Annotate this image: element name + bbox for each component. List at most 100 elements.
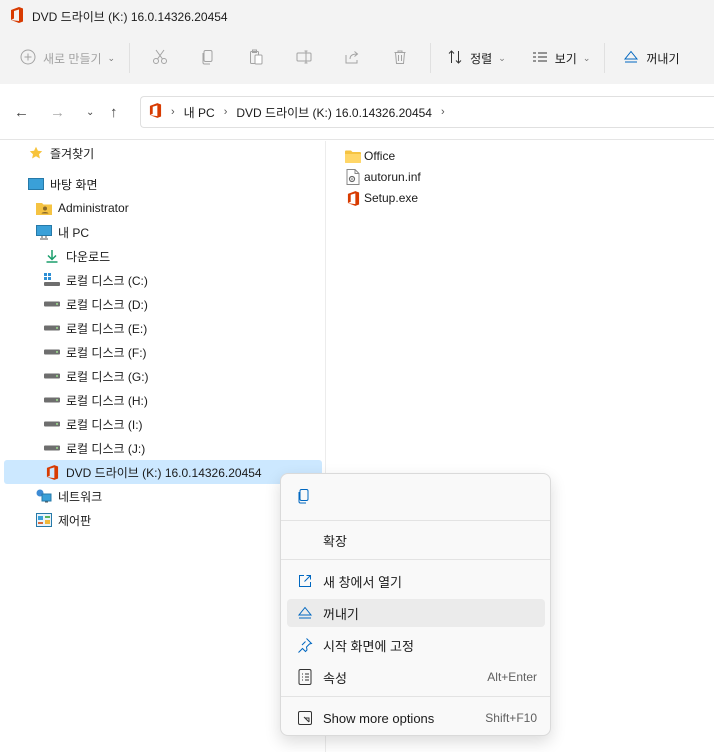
download-arrow-icon [44,248,60,264]
nav-item-label: 내 PC [58,225,90,240]
file-item-office[interactable]: Office [345,146,395,166]
nav-item-label: 로컬 디스크 (J:) [66,441,146,456]
clipboard-icon [248,49,264,68]
chevron-down-icon: ⌄ [107,52,116,63]
office-icon [44,464,60,480]
nav-item-network[interactable]: 네트워크 [36,485,102,507]
breadcrumb-dvd-drive[interactable]: DVD 드라이브 (K:) 16.0.14326.20454 [236,104,432,121]
breadcrumb-chevron-icon[interactable]: › [441,106,445,118]
view-button[interactable]: 보기 ⌄ [532,42,590,74]
window-title: DVD 드라이브 (K:) 16.0.14326.20454 [32,9,228,24]
rename-button[interactable] [280,42,328,74]
toolbar-separator [129,43,131,73]
nav-item-downloads[interactable]: 다운로드 [44,245,110,267]
rename-icon [296,49,312,68]
command-bar: 새로 만들기 ⌄ 정렬 ⌄ 보기 ⌄ 꺼내기 [0,32,714,84]
sort-button[interactable]: 정렬 ⌄ [447,42,506,74]
nav-item-desktop[interactable]: 바탕 화면 [28,173,98,195]
menu-item-pin-start[interactable]: 시작 화면에 고정 [287,631,545,659]
menu-item-label: 확장 [323,533,347,549]
eject-icon [295,605,315,621]
properties-icon [295,669,315,685]
share-button[interactable] [328,42,376,74]
copy-icon [200,49,216,68]
drive-icon [44,368,60,384]
file-name: autorun.inf [364,170,421,184]
menu-item-open-new-window[interactable]: 새 창에서 열기 [287,567,545,595]
nav-item-label: 다운로드 [66,249,111,264]
nav-item-control-panel[interactable]: 제어판 [36,509,91,531]
nav-item-dvd-drive[interactable]: DVD 드라이브 (K:) 16.0.14326.20454 [44,461,262,483]
desktop-icon [28,176,44,192]
view-list-icon [532,49,548,68]
nav-item-disk-c[interactable]: 로컬 디스크 (C:) [44,269,148,291]
view-button-label: 보기 [554,51,577,66]
menu-item-label: 새 창에서 열기 [323,574,402,590]
menu-item-properties[interactable]: 속성 Alt+Enter [287,663,545,691]
nav-item-disk-e[interactable]: 로컬 디스크 (E:) [44,317,147,339]
nav-item-administrator[interactable]: Administrator [36,197,129,219]
nav-item-disk-h[interactable]: 로컬 디스크 (H:) [44,389,148,411]
file-item-autorun[interactable]: autorun.inf [345,167,421,187]
user-folder-icon [36,200,52,216]
nav-item-disk-f[interactable]: 로컬 디스크 (F:) [44,341,147,363]
sort-button-label: 정렬 [470,51,493,66]
back-arrow-icon[interactable]: ← [14,104,29,121]
file-item-setup[interactable]: Setup.exe [345,188,418,208]
plus-circle-icon [20,49,36,68]
menu-item-show-more[interactable]: Show more options Shift+F10 [287,704,545,732]
copy-icon[interactable] [296,488,312,507]
nav-item-label: 로컬 디스크 (H:) [66,393,148,408]
show-more-icon [295,710,315,726]
office-icon [345,190,361,206]
trash-icon [392,49,408,68]
menu-separator [281,520,550,521]
nav-item-label: 로컬 디스크 (I:) [66,417,143,432]
nav-item-disk-d[interactable]: 로컬 디스크 (D:) [44,293,148,315]
drive-icon [44,320,60,336]
copy-button[interactable] [184,42,232,74]
menu-item-label: 속성 [323,670,347,686]
nav-item-disk-g[interactable]: 로컬 디스크 (G:) [44,365,149,387]
windows-drive-icon [44,272,60,288]
address-field[interactable]: › 내 PC › DVD 드라이브 (K:) 16.0.14326.20454 … [140,96,714,128]
nav-item-label: 로컬 디스크 (F:) [66,345,147,360]
sort-icon [447,49,463,68]
folder-icon [345,148,361,164]
delete-button[interactable] [376,42,424,74]
nav-item-label: 즐겨찾기 [50,146,95,161]
up-arrow-icon[interactable]: ↑ [110,104,118,121]
forward-arrow-icon[interactable]: → [50,104,65,121]
menu-separator [281,559,550,560]
breadcrumb-chevron-icon[interactable]: › [224,106,228,118]
nav-item-favorites[interactable]: 즐겨찾기 [28,142,94,164]
eject-button-label: 꺼내기 [646,51,680,66]
file-name: Office [364,149,396,163]
breadcrumb-chevron-icon[interactable]: › [171,106,175,118]
drive-icon [44,416,60,432]
recent-chevron-icon[interactable]: ⌄ [86,107,94,118]
office-icon [149,103,162,121]
control-panel-icon [36,512,52,528]
new-button-label: 새로 만들기 [43,51,102,66]
monitor-icon [36,224,52,240]
pin-icon [295,637,315,653]
breadcrumb-this-pc[interactable]: 내 PC [184,104,215,121]
menu-item-expand[interactable]: 확장 [287,526,545,554]
paste-button[interactable] [232,42,280,74]
context-menu: 확장 새 창에서 열기 꺼내기 시작 화면에 고정 속성 Alt+Enter S… [280,473,551,736]
eject-button[interactable]: 꺼내기 [623,42,680,74]
open-new-window-icon [295,573,315,589]
nav-item-disk-j[interactable]: 로컬 디스크 (J:) [44,437,145,459]
nav-item-label: 로컬 디스크 (G:) [66,369,149,384]
shortcut-label: Shift+F10 [485,711,537,725]
menu-item-label: 시작 화면에 고정 [323,638,414,654]
menu-separator [281,696,550,697]
new-button[interactable]: 새로 만들기 ⌄ [20,42,115,74]
nav-item-this-pc[interactable]: 내 PC [36,221,89,243]
cut-button[interactable] [136,42,184,74]
eject-icon [623,49,639,68]
nav-item-disk-i[interactable]: 로컬 디스크 (I:) [44,413,143,435]
toolbar-separator [604,43,606,73]
menu-item-eject[interactable]: 꺼내기 [287,599,545,627]
